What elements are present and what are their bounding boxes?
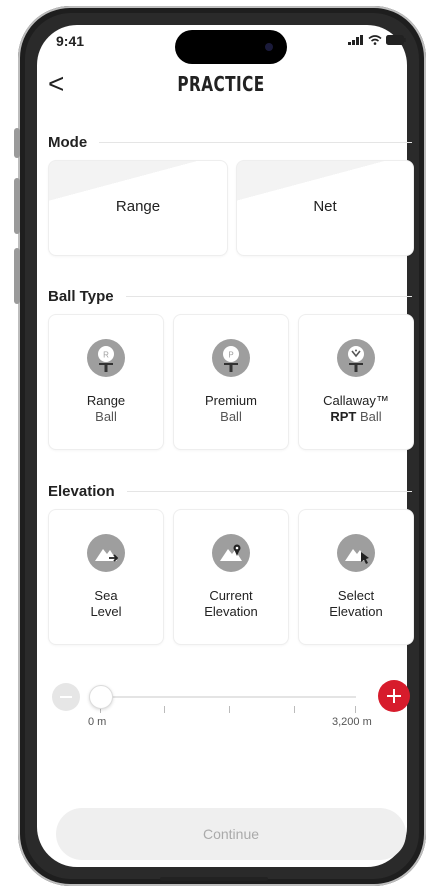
page-title: PRACTICE <box>177 72 265 96</box>
dynamic-island <box>175 30 287 64</box>
ball-option-premium[interactable]: P Premium Ball <box>173 314 289 450</box>
ball-option-line1: Premium <box>204 393 257 408</box>
elevation-option-line2: Elevation <box>329 604 383 619</box>
mode-option-net[interactable]: Net <box>236 160 414 256</box>
elevation-option-sea-level[interactable]: Sea Level <box>48 509 164 645</box>
slider-tick <box>294 706 295 713</box>
ball-suffix: Ball <box>356 409 382 424</box>
ball-option-range[interactable]: R Range Ball <box>48 314 164 450</box>
mode-section-heading: Mode <box>48 134 412 151</box>
slider-max-label: 3,200 m <box>332 716 372 728</box>
ball-option-line2: RPT Ball <box>299 409 413 424</box>
home-indicator <box>160 877 268 881</box>
ball-option-line2: Ball <box>220 409 242 424</box>
ball-letter: P <box>228 351 233 360</box>
mode-option-label: Range <box>115 198 161 215</box>
elevation-slider-thumb[interactable] <box>89 685 113 709</box>
elevation-option-line1: Sea <box>94 588 118 603</box>
slider-tick <box>164 706 165 713</box>
slider-min-label: 0 m <box>88 716 107 728</box>
elevation-option-line1: Current <box>209 588 253 603</box>
wifi-icon <box>368 35 382 45</box>
slider-tick <box>229 706 230 713</box>
elevation-option-line1: Select <box>337 588 375 603</box>
signal-icon <box>348 35 363 45</box>
mute-switch <box>14 128 20 158</box>
slider-tick <box>355 706 356 713</box>
elevation-option-line2: Elevation <box>204 604 258 619</box>
golf-ball-tee-icon: P <box>212 339 250 377</box>
ball-type-section-heading: Ball Type <box>48 288 412 305</box>
ball-option-line2: Ball <box>95 409 117 424</box>
elevation-option-select[interactable]: Select Elevation <box>298 509 414 645</box>
elevation-option-current[interactable]: Current Elevation <box>173 509 289 645</box>
volume-up-button <box>14 178 20 234</box>
golf-ball-tee-icon: R <box>87 339 125 377</box>
mountain-arrow-icon <box>87 534 125 572</box>
decrease-elevation-button[interactable] <box>52 683 80 711</box>
elevation-option-line2: Level <box>90 604 122 619</box>
mountain-pointer-icon <box>337 534 375 572</box>
ball-option-callaway-rpt[interactable]: Callaway™ RPT Ball <box>298 314 414 450</box>
mountain-pin-icon <box>212 534 250 572</box>
continue-button[interactable]: Continue <box>56 808 406 860</box>
ball-option-line1: Callaway™ <box>323 393 389 408</box>
battery-icon <box>386 35 406 45</box>
mode-option-range[interactable]: Range <box>48 160 228 256</box>
elevation-section-heading: Elevation <box>48 483 412 500</box>
elevation-heading-label: Elevation <box>48 483 115 500</box>
golf-ball-tee-icon <box>337 339 375 377</box>
status-icons <box>348 35 406 45</box>
ball-type-heading-label: Ball Type <box>48 288 114 305</box>
mode-heading-label: Mode <box>48 134 88 151</box>
volume-down-button <box>14 248 20 304</box>
rpt-bold-label: RPT <box>330 409 357 424</box>
mode-option-label: Net <box>313 198 337 215</box>
ball-letter: R <box>103 351 109 360</box>
elevation-slider-track[interactable] <box>100 696 356 698</box>
increase-elevation-button[interactable] <box>378 680 410 712</box>
status-time: 9:41 <box>56 33 85 49</box>
ball-option-line1: Range <box>86 393 126 408</box>
